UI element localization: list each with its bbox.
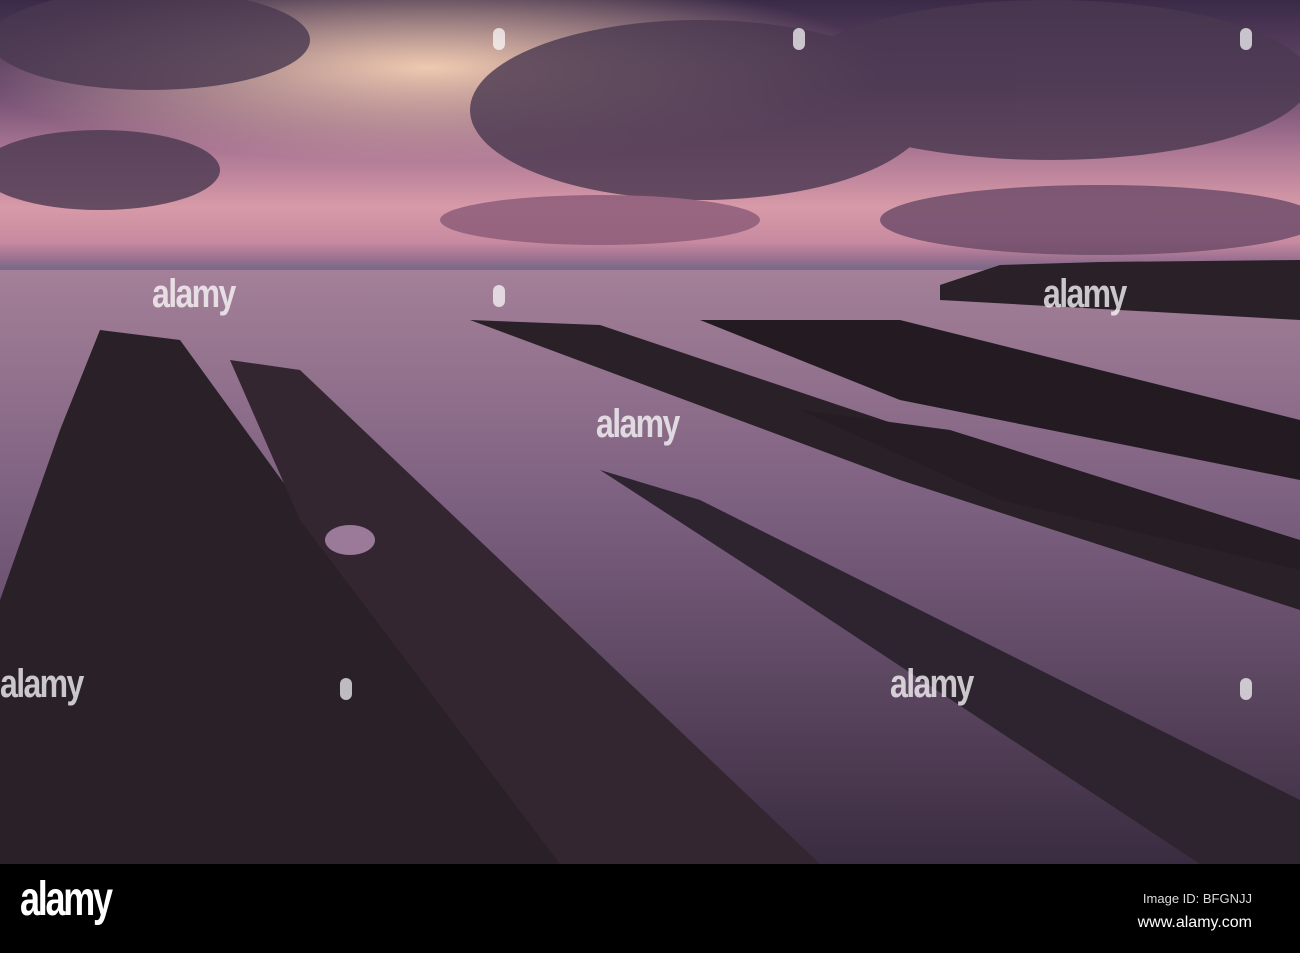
watermark-icon (1240, 28, 1252, 50)
watermark-icon (793, 28, 805, 50)
site-url: www.alamy.com (1137, 914, 1252, 931)
watermark-icon (340, 678, 352, 700)
watermark-icon (493, 285, 505, 307)
footer-bar: alamy Image ID: BFGNJJ www.alamy.com (0, 864, 1300, 953)
watermark: alamy (596, 402, 680, 446)
watermark: alamy (1043, 272, 1127, 316)
alamy-logo: alamy (20, 873, 113, 926)
watermark-icon (493, 28, 505, 50)
watermark: alamy (890, 662, 974, 706)
seascape-photo: alamy alamy alamy alamy alamy (0, 0, 1300, 864)
tide-pool (325, 525, 375, 555)
image-id: Image ID: BFGNJJ (1142, 891, 1252, 906)
stock-photo: alamy alamy alamy alamy alamy alamy Imag… (0, 0, 1300, 953)
watermark-icon (1240, 678, 1252, 700)
watermark: alamy (0, 662, 84, 706)
watermark: alamy (152, 272, 236, 316)
